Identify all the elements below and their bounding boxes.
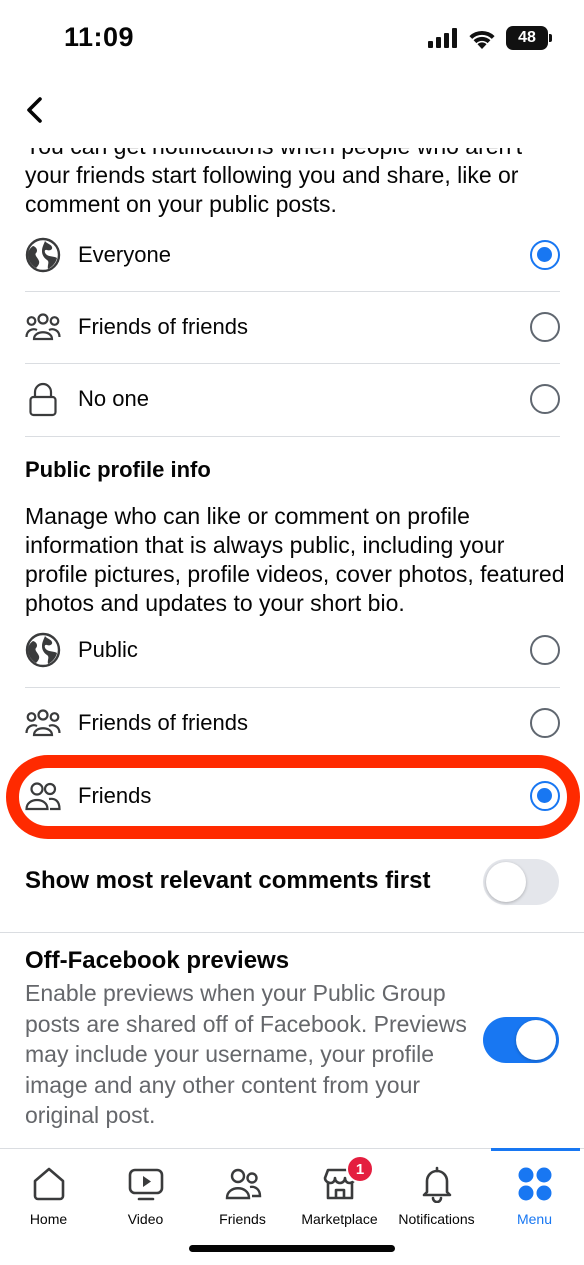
settings-content[interactable]: You can get notifications when people wh…: [0, 148, 584, 1148]
option-label: Everyone: [78, 242, 171, 267]
radio-unselected[interactable]: [530, 708, 560, 738]
bottom-tab-bar: Home Video Friends 1 Marketplace Notific…: [0, 1148, 584, 1265]
friends-of-friends-icon: [25, 313, 61, 341]
section-divider: [0, 932, 584, 933]
tab-label: Video: [127, 1211, 164, 1227]
tab-label: Marketplace: [301, 1211, 378, 1227]
home-icon: [33, 1167, 64, 1201]
menu-grid-icon: [518, 1167, 551, 1201]
tab-label: Notifications: [398, 1211, 475, 1227]
tab-video[interactable]: Video: [97, 1149, 194, 1239]
option-no-one[interactable]: No one: [25, 367, 560, 439]
tab-menu[interactable]: Menu: [486, 1149, 583, 1239]
globe-icon: [25, 237, 61, 273]
cellular-signal-icon: [428, 28, 457, 48]
option-label: Friends of friends: [78, 710, 248, 735]
radio-unselected[interactable]: [530, 384, 560, 414]
public-profile-description: Manage who can like or comment on profil…: [25, 503, 565, 616]
bell-icon: [422, 1166, 451, 1203]
battery-level: 48: [518, 29, 536, 46]
radio-unselected[interactable]: [530, 312, 560, 342]
friends-of-friends-icon: [25, 709, 61, 737]
radio-selected[interactable]: [530, 240, 560, 270]
divider: [25, 687, 560, 688]
globe-icon: [25, 632, 61, 668]
notification-badge: 1: [346, 1155, 374, 1183]
divider: [25, 291, 560, 292]
tab-friends[interactable]: Friends: [194, 1149, 291, 1239]
option-label: Friends: [78, 783, 152, 808]
option-public[interactable]: Public: [25, 618, 560, 690]
status-icons: 48: [428, 26, 552, 50]
option-friends[interactable]: Friends: [25, 764, 560, 836]
wifi-icon: [469, 30, 495, 49]
lock-icon: [29, 382, 57, 417]
option-everyone[interactable]: Everyone: [25, 223, 560, 295]
option-label: No one: [78, 386, 149, 411]
radio-unselected[interactable]: [530, 635, 560, 665]
tab-label: Home: [29, 1211, 68, 1227]
tab-home[interactable]: Home: [0, 1149, 97, 1239]
off-facebook-previews-description: Enable previews when your Public Group p…: [25, 980, 467, 1128]
relevant-comments-label: Show most relevant comments first: [25, 867, 431, 894]
radio-selected[interactable]: [530, 781, 560, 811]
option-friends-of-friends[interactable]: Friends of friends: [25, 295, 560, 367]
option-label: Friends of friends: [78, 314, 248, 339]
friends-icon: [25, 782, 61, 811]
toggle-knob: [516, 1020, 556, 1060]
friends-icon: [225, 1168, 261, 1200]
divider: [25, 436, 560, 437]
off-facebook-previews-toggle[interactable]: [483, 1017, 559, 1063]
status-bar: 11:09 48: [0, 0, 584, 80]
followers-description: You can get notifications when people wh…: [25, 148, 522, 217]
video-icon: [128, 1168, 163, 1201]
back-arrow-icon[interactable]: [20, 94, 52, 126]
status-time: 11:09: [64, 22, 135, 52]
battery-indicator: 48: [506, 26, 552, 50]
tab-notifications[interactable]: Notifications: [388, 1149, 485, 1239]
divider: [25, 363, 560, 364]
option-friends-of-friends[interactable]: Friends of friends: [25, 691, 560, 763]
off-facebook-previews-title: Off-Facebook previews: [25, 947, 290, 974]
relevant-comments-toggle[interactable]: [483, 859, 559, 905]
home-indicator: [189, 1245, 395, 1252]
tab-label: Menu: [516, 1211, 553, 1227]
option-label: Public: [78, 637, 138, 662]
toggle-knob: [486, 862, 526, 902]
nav-header: [0, 80, 584, 148]
public-profile-title: Public profile info: [25, 457, 211, 482]
tab-marketplace[interactable]: 1 Marketplace: [291, 1149, 388, 1239]
tab-label: Friends: [219, 1211, 266, 1227]
